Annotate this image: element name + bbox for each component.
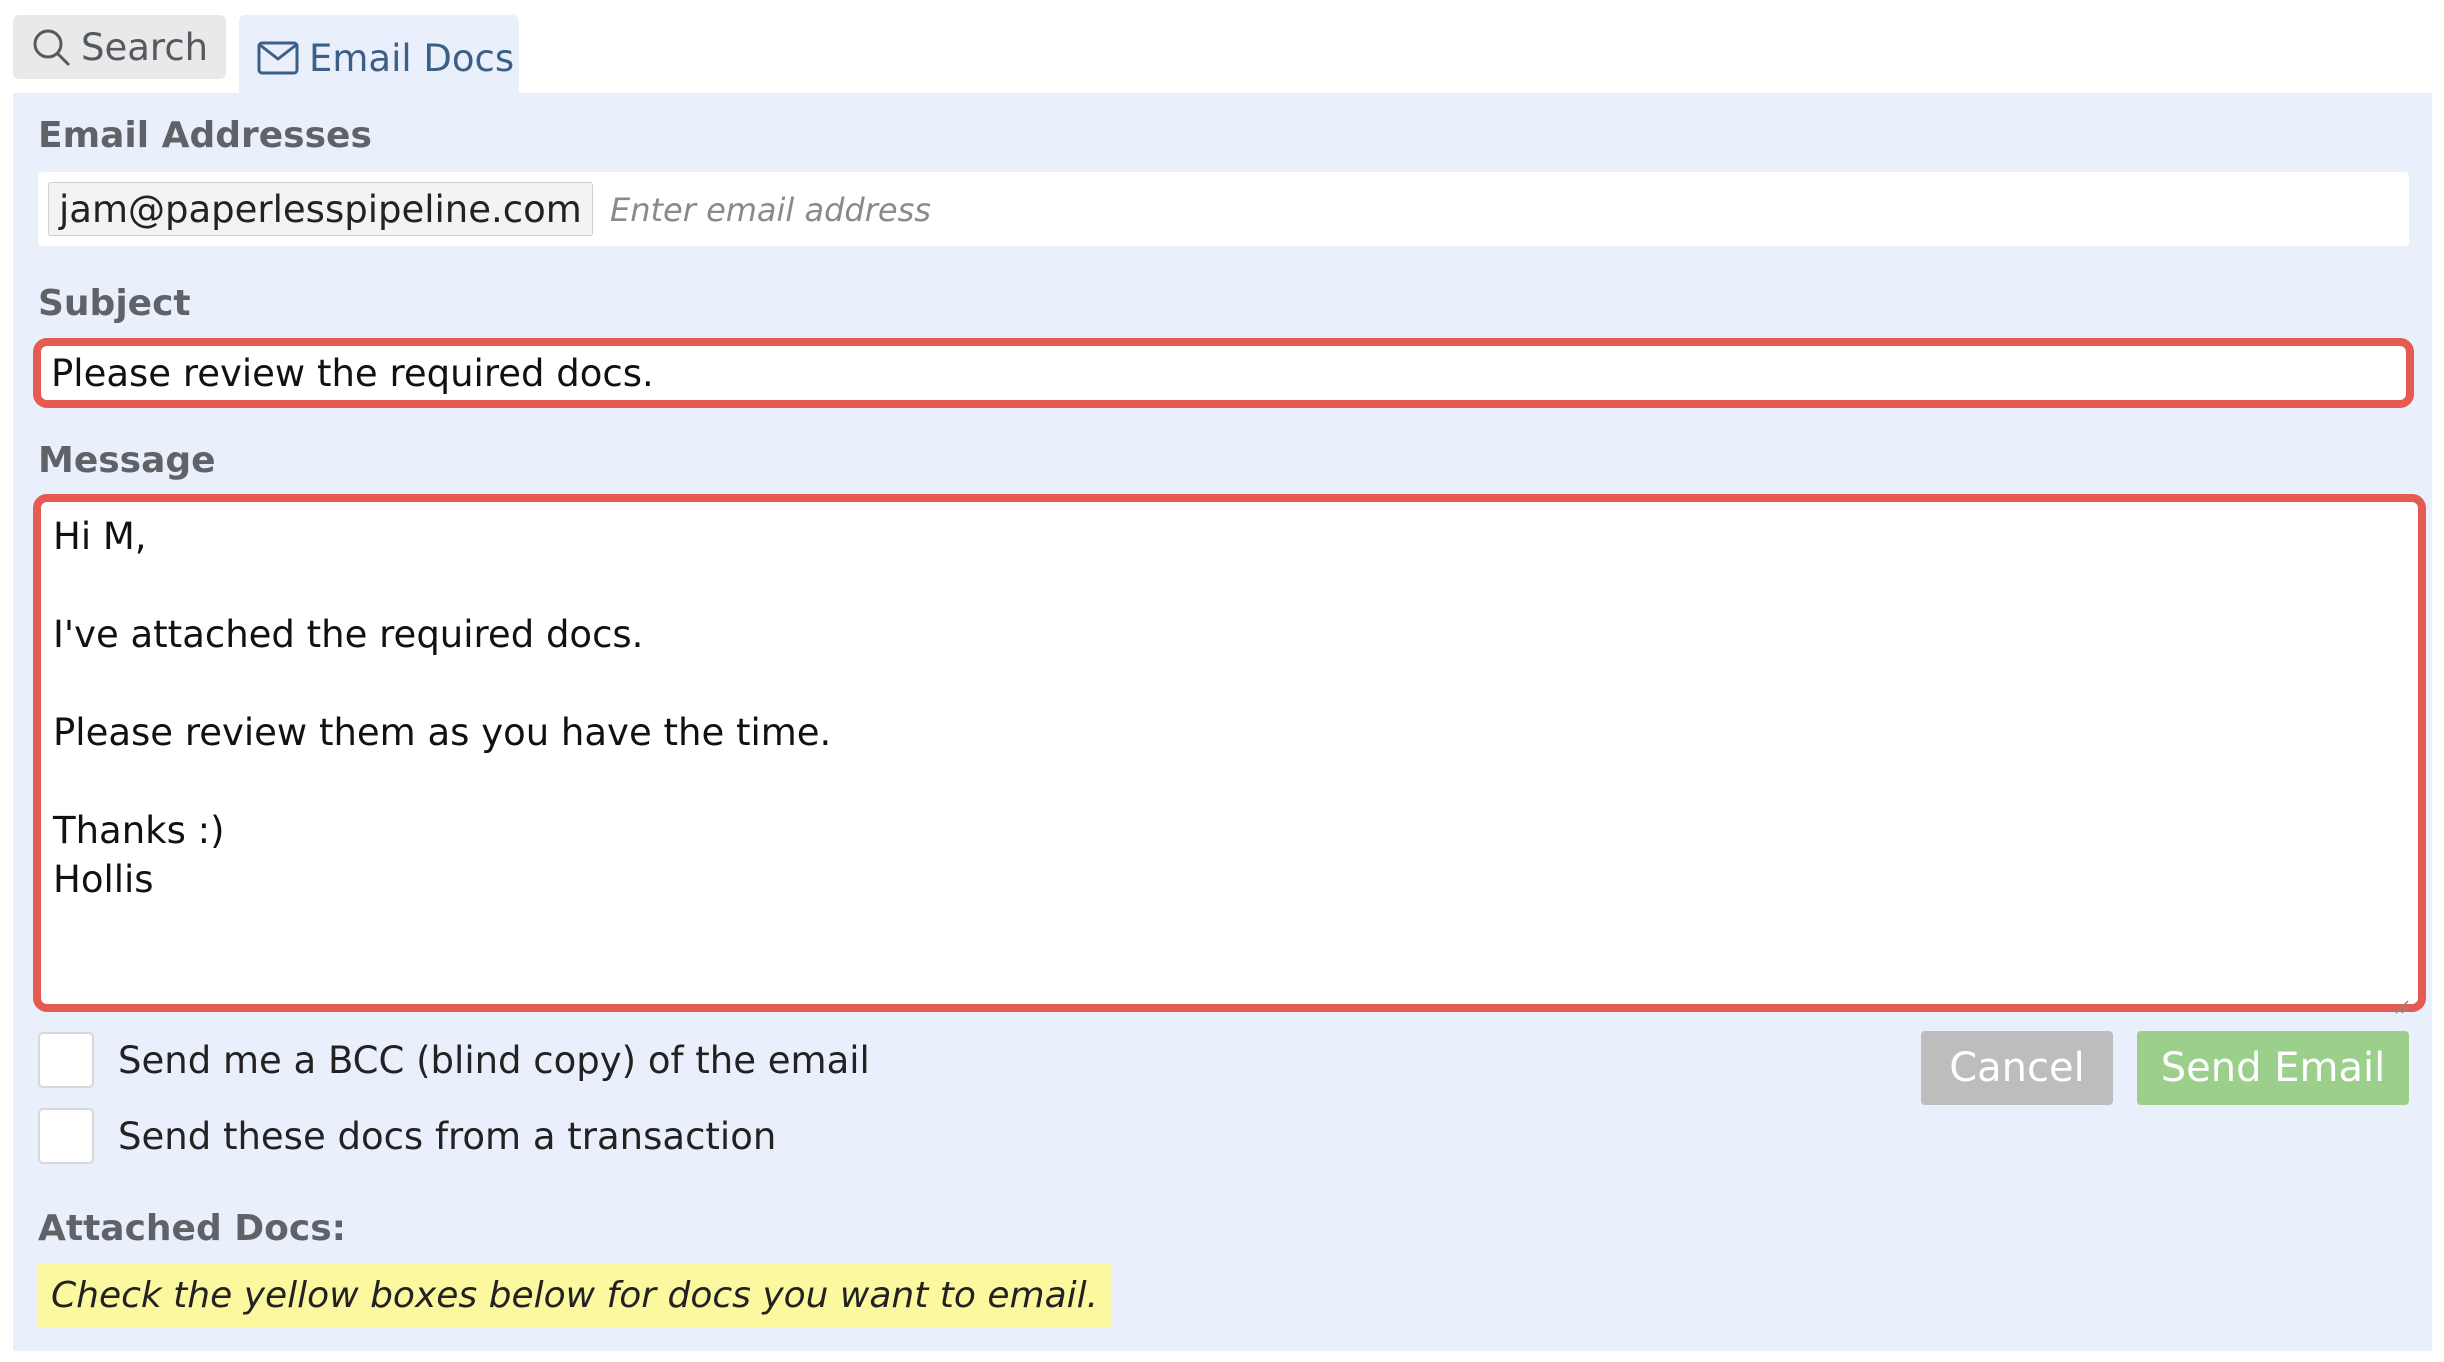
cancel-button[interactable]: Cancel — [1921, 1031, 2113, 1105]
subject-label: Subject — [38, 283, 191, 324]
bcc-checkbox[interactable] — [38, 1032, 94, 1088]
email-chip[interactable]: jam@paperlesspipeline.com — [48, 182, 593, 236]
attached-docs-hint: Check the yellow boxes below for docs yo… — [38, 1263, 1112, 1327]
message-textarea[interactable]: Hi M, I've attached the required docs. P… — [33, 494, 2426, 1014]
tab-email-docs[interactable]: Email Docs — [239, 15, 519, 93]
from-transaction-label: Send these docs from a transaction — [118, 1114, 777, 1158]
resize-handle-icon[interactable] — [2392, 978, 2410, 1014]
message-label: Message — [38, 440, 216, 481]
email-docs-panel: Email Addresses jam@paperlesspipeline.co… — [13, 93, 2432, 1351]
send-email-button[interactable]: Send Email — [2137, 1031, 2409, 1105]
email-input[interactable] — [608, 184, 2392, 236]
from-transaction-option[interactable]: Send these docs from a transaction — [38, 1106, 776, 1166]
tab-search-label: Search — [81, 25, 209, 69]
email-addresses-label: Email Addresses — [38, 115, 372, 156]
tab-search[interactable]: Search — [13, 15, 226, 79]
bcc-option[interactable]: Send me a BCC (blind copy) of the email — [38, 1030, 870, 1090]
email-addresses-field[interactable]: jam@paperlesspipeline.com — [38, 172, 2409, 246]
tab-email-docs-label: Email Docs — [309, 36, 515, 80]
email-docs-page: Search Email Docs Email Addresses jam@pa… — [0, 0, 2444, 1362]
message-text: Hi M, I've attached the required docs. P… — [53, 515, 832, 901]
subject-input[interactable]: Please review the required docs. — [33, 338, 2414, 408]
mail-icon — [257, 41, 299, 75]
attached-docs-label: Attached Docs: — [38, 1208, 347, 1249]
from-transaction-checkbox[interactable] — [38, 1108, 94, 1164]
bcc-label: Send me a BCC (blind copy) of the email — [118, 1038, 870, 1082]
search-icon — [31, 27, 71, 67]
